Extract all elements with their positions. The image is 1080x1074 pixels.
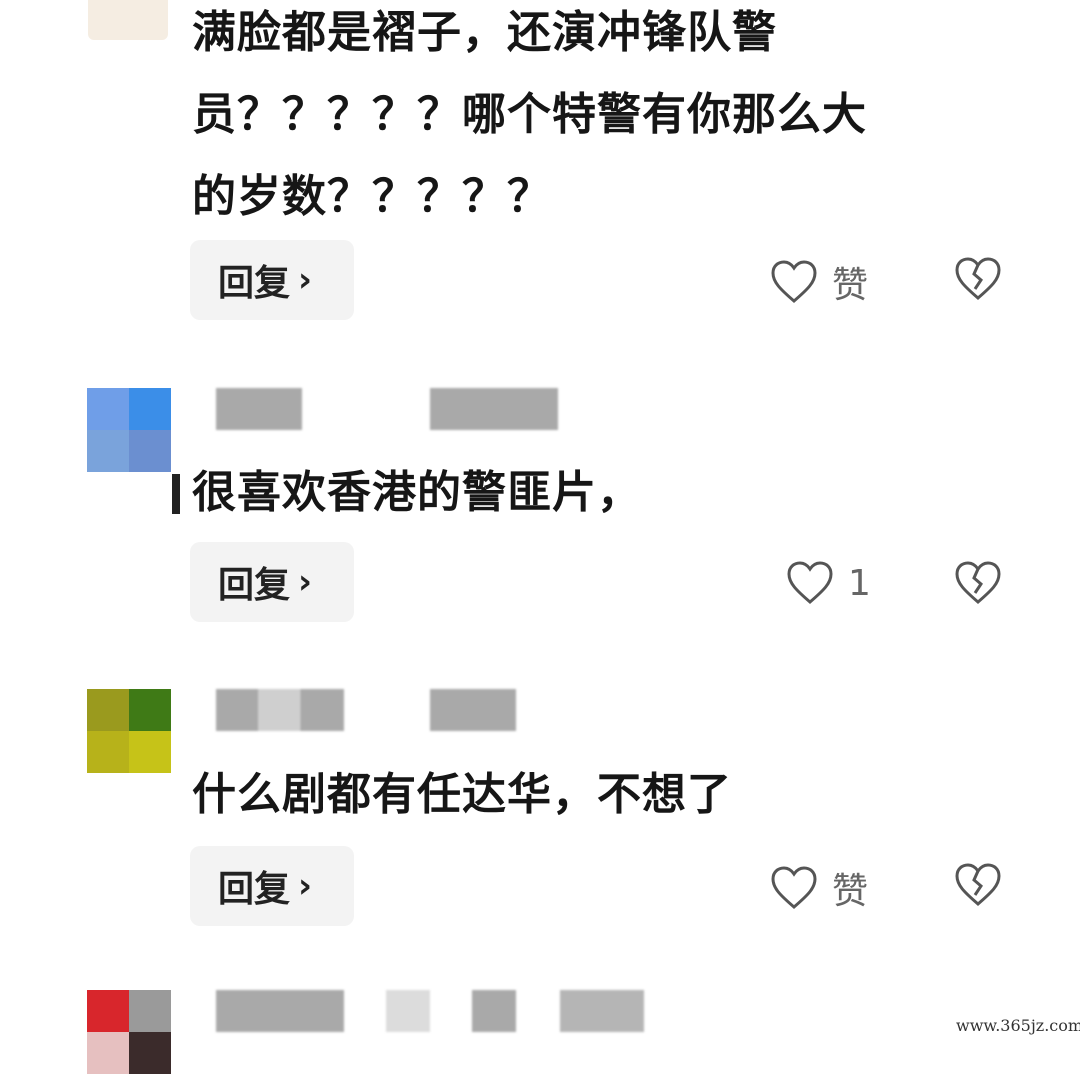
avatar-pixel bbox=[129, 689, 171, 731]
like-label: 赞 bbox=[832, 871, 869, 912]
avatar-pixel bbox=[87, 731, 129, 773]
heart-outline-icon bbox=[787, 561, 833, 604]
watermark-text: www.365jz.com bbox=[956, 1016, 1080, 1035]
broken-heart-icon bbox=[955, 863, 1001, 906]
user-meta-redacted bbox=[430, 689, 516, 731]
user-meta-redacted bbox=[430, 388, 558, 430]
heart-outline-icon bbox=[771, 260, 817, 303]
broken-heart-icon bbox=[955, 257, 1001, 300]
user-meta-redacted bbox=[386, 990, 430, 1032]
reply-button[interactable]: 回复 › bbox=[190, 240, 354, 320]
avatar-partial[interactable] bbox=[88, 0, 168, 40]
heart-outline-icon bbox=[771, 866, 817, 909]
user-meta-redacted bbox=[560, 990, 644, 1032]
dislike-button[interactable] bbox=[954, 862, 1002, 912]
user-meta-redacted bbox=[472, 990, 516, 1032]
reply-button[interactable]: 回复 › bbox=[190, 542, 354, 622]
avatar-pixel bbox=[87, 388, 129, 430]
dislike-button[interactable] bbox=[954, 560, 1002, 610]
user-avatar[interactable] bbox=[87, 689, 171, 773]
chevron-right-icon: › bbox=[298, 260, 313, 300]
reply-label: 回复 bbox=[218, 263, 291, 304]
avatar-pixel bbox=[129, 388, 171, 430]
like-label: 赞 bbox=[832, 265, 869, 306]
broken-heart-icon bbox=[955, 561, 1001, 604]
username-redacted[interactable] bbox=[216, 388, 302, 430]
avatar-pixel bbox=[129, 1032, 171, 1074]
chevron-right-icon: › bbox=[298, 562, 313, 602]
avatar-pixel bbox=[87, 430, 129, 472]
like-count: 1 bbox=[848, 562, 871, 604]
like-button[interactable]: 1 bbox=[786, 560, 871, 606]
avatar-pixel bbox=[129, 990, 171, 1032]
username-redacted[interactable] bbox=[216, 990, 344, 1032]
avatar-pixel bbox=[87, 1032, 129, 1074]
comment-text: 满脸都是褶子，还演冲锋队警 员？？？？？哪个特警有你那么大 的岁数？？？？？ bbox=[192, 7, 867, 222]
avatar-pixel bbox=[129, 430, 171, 472]
avatar-pixel bbox=[87, 689, 129, 731]
username-redacted[interactable] bbox=[216, 689, 344, 731]
text-marker bbox=[172, 474, 180, 514]
avatar-pixel bbox=[87, 990, 129, 1032]
chevron-right-icon: › bbox=[298, 866, 313, 906]
user-avatar[interactable] bbox=[87, 388, 171, 472]
comment-text: 很喜欢香港的警匪片， bbox=[192, 467, 642, 518]
reply-label: 回复 bbox=[218, 565, 291, 606]
comment-text: 什么剧都有任达华，不想了 bbox=[192, 769, 732, 820]
dislike-button[interactable] bbox=[954, 256, 1002, 306]
reply-button[interactable]: 回复 › bbox=[190, 846, 354, 926]
avatar-pixel bbox=[129, 731, 171, 773]
reply-label: 回复 bbox=[218, 869, 291, 910]
like-button[interactable]: 赞 bbox=[770, 862, 868, 914]
like-button[interactable]: 赞 bbox=[770, 256, 868, 308]
user-avatar[interactable] bbox=[87, 990, 171, 1074]
